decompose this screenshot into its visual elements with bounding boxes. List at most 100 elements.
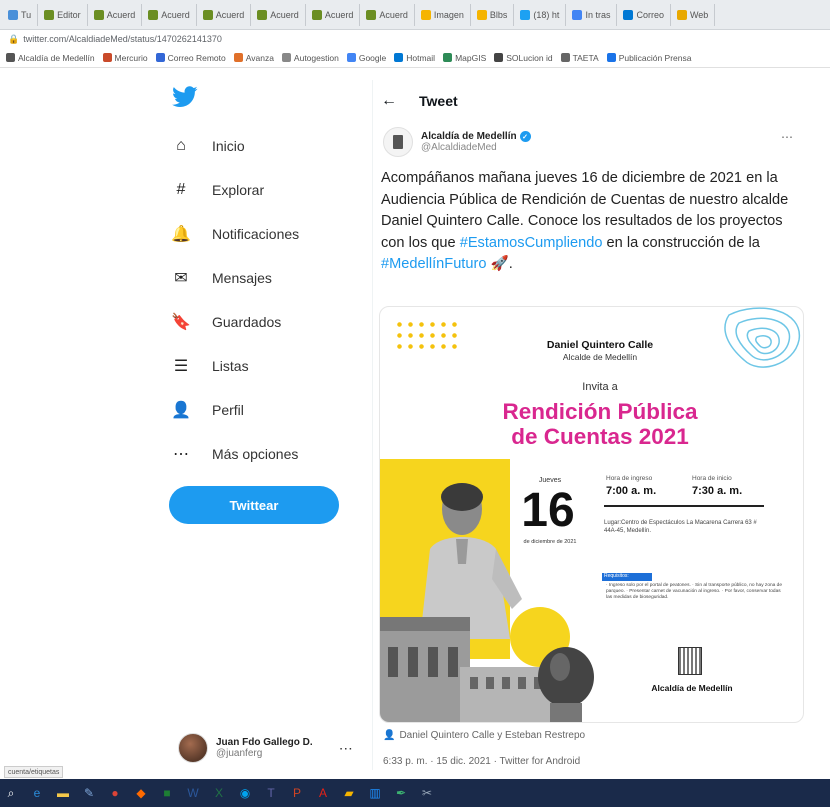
bookmark-item[interactable]: Google <box>346 52 387 63</box>
bookmark-favicon-icon <box>6 53 15 62</box>
bookmark-label: SOLucion id <box>506 52 553 63</box>
person-icon: 👤 <box>171 402 191 419</box>
back-arrow-icon[interactable]: ← <box>381 92 397 110</box>
sidebar-item-inicio[interactable]: ⌂ Inicio <box>160 128 245 164</box>
browser-tab[interactable]: Tu <box>2 3 39 26</box>
city-shield-icon <box>678 647 702 675</box>
sidebar-item-mensajes[interactable]: ✉ Mensajes <box>160 260 272 296</box>
tab-label: Web <box>689 9 709 20</box>
poster-time-inicio: 7:30 a. m. <box>692 485 743 497</box>
tweet-meta[interactable]: 6:33 p. m. · 15 dic. 2021 · Twitter for … <box>383 756 580 767</box>
bookmark-item[interactable]: Mercurio <box>102 52 148 63</box>
tab-label: Acuerd <box>161 9 190 20</box>
sidebar-item-perfil[interactable]: 👤 Perfil <box>160 392 244 428</box>
hashtag-link[interactable]: #MedellínFuturo <box>381 256 486 272</box>
tab-label: Acuerd <box>106 9 136 20</box>
search-icon[interactable]: ⌕ <box>2 784 20 802</box>
tweet-button[interactable]: Twittear <box>169 486 339 524</box>
browser-tab[interactable]: Acuerd <box>360 3 415 26</box>
bookmark-item[interactable]: TAETA <box>560 53 599 63</box>
browser-tab[interactable]: Acuerd <box>306 3 361 26</box>
word-icon[interactable]: W <box>184 784 202 802</box>
list-icon: ☰ <box>173 358 189 375</box>
bookmark-item[interactable]: SOLucion id <box>494 52 553 63</box>
bookmark-label: Google <box>358 52 387 63</box>
browser-tab[interactable]: Editor <box>38 3 88 26</box>
chart-icon[interactable]: ▥ <box>366 784 384 802</box>
sheet-icon[interactable]: ■ <box>158 784 176 802</box>
teams-icon[interactable]: T <box>262 784 280 802</box>
poster-place: Lugar:Centro de Espectáculos La Macarena… <box>604 520 757 534</box>
url-text[interactable]: twitter.com/AlcaldiadeMed/status/1470262… <box>23 34 222 44</box>
bookmark-item[interactable]: Hotmail <box>394 53 435 63</box>
tweet-more-icon[interactable]: ⋯ <box>781 130 793 144</box>
bookmark-favicon-icon <box>102 53 112 62</box>
folder-icon[interactable]: ▰ <box>340 784 358 802</box>
more-options-icon: ⋯ <box>173 446 189 463</box>
browser-tab[interactable]: Acuerd <box>251 3 306 26</box>
address-bar[interactable]: 🔒 twitter.com/AlcaldiadeMed/status/14702… <box>0 30 830 48</box>
image-credit[interactable]: 👤 Daniel Quintero Calle y Esteban Restre… <box>383 730 585 741</box>
author-avatar[interactable] <box>383 127 413 157</box>
hashtag-link[interactable]: #EstamosCumpliendo <box>460 235 603 251</box>
sidebar-item-listas[interactable]: ☰ Listas <box>160 348 249 384</box>
bookmark-favicon-icon <box>281 53 291 62</box>
tweet-header: ← Tweet <box>373 80 813 122</box>
snip-icon[interactable]: ✂ <box>418 784 436 802</box>
pen-icon[interactable]: ✎ <box>80 784 98 802</box>
sidebar-item-notificaciones[interactable]: 🔔 Notificaciones <box>160 216 299 252</box>
tab-favicon-icon <box>572 9 583 20</box>
bookmark-item[interactable]: Autogestion <box>281 53 339 63</box>
acrobat-icon[interactable]: A <box>314 784 332 802</box>
excel-icon[interactable]: X <box>210 784 228 802</box>
bookmark-item[interactable]: Avanza <box>233 52 274 63</box>
page-title: Tweet <box>419 93 458 109</box>
browser-tab[interactable]: Acuerd <box>88 3 143 26</box>
tab-favicon-icon <box>148 9 159 20</box>
bookmark-item[interactable]: Correo Remoto <box>155 53 226 63</box>
photos-icon[interactable]: ◆ <box>132 784 150 802</box>
author-name[interactable]: Alcaldía de Medellín <box>421 131 517 142</box>
browser-tab[interactable]: (18) ht <box>514 3 567 26</box>
bookmark-item[interactable]: Publicación Prensa <box>606 53 691 63</box>
browser-tab[interactable]: Imagen <box>415 3 471 26</box>
bookmark-label: Avanza <box>245 52 274 63</box>
author-names: Alcaldía de Medellín ✓ @AlcaldiadeMed <box>421 131 531 153</box>
browser-tab[interactable]: Blbs <box>471 3 515 26</box>
account-more-icon[interactable]: ⋯ <box>339 740 353 757</box>
sidebar-item-label: Guardados <box>212 314 282 330</box>
bookmark-label: MapGIS <box>455 52 487 63</box>
browser-tab[interactable]: Correo <box>617 3 671 26</box>
map-icon[interactable]: ◉ <box>236 784 254 802</box>
browser-tab[interactable]: Acuerd <box>142 3 197 26</box>
browser-tab[interactable]: In tras <box>566 3 618 26</box>
bookmark-item[interactable]: Alcaldía de Medellín <box>6 53 95 63</box>
bookmark-item[interactable]: MapGIS <box>443 53 486 63</box>
account-handle: @juanferg <box>216 748 263 759</box>
edge-icon[interactable]: e <box>28 784 46 802</box>
bookmark-favicon-icon <box>494 53 504 62</box>
sidebar-item-explorar[interactable]: # Explorar <box>160 172 265 208</box>
chrome-icon[interactable]: ● <box>106 784 124 802</box>
sidebar-item-guardados[interactable]: 🔖 Guardados <box>160 304 281 340</box>
tab-favicon-icon <box>93 9 104 20</box>
verified-badge-icon: ✓ <box>519 131 531 142</box>
tweet-image[interactable]: Daniel Quintero Calle Alcalde de Medellí… <box>379 306 804 723</box>
browser-tab[interactable]: Acuerd <box>197 3 252 26</box>
ppt-icon[interactable]: P <box>288 784 306 802</box>
sidebar-item-más-opciones[interactable]: ⋯ Más opciones <box>160 436 298 472</box>
author-handle[interactable]: @AlcaldiadeMed <box>421 142 531 153</box>
poster-divider <box>604 505 764 507</box>
tweet-author: Alcaldía de Medellín ✓ @AlcaldiadeMed ⋯ <box>383 124 803 160</box>
explorer-icon[interactable]: ▬ <box>54 784 72 802</box>
tweet-text-part: en la construcción de la <box>602 234 760 251</box>
browser-tab[interactable]: Web <box>671 3 716 26</box>
image-credit-text[interactable]: Daniel Quintero Calle y Esteban Restrepo <box>399 730 585 741</box>
bookmark-label: Mercurio <box>114 52 148 63</box>
author-name-row[interactable]: Alcaldía de Medellín ✓ <box>421 131 531 142</box>
pen2-icon[interactable]: ✒ <box>392 784 410 802</box>
bookmark-favicon-icon <box>606 53 616 62</box>
bookmark-favicon-icon <box>346 53 356 62</box>
account-switcher[interactable]: Juan Fdo Gallego D. @juanferg ⋯ <box>178 728 368 768</box>
twitter-logo-icon[interactable] <box>172 86 198 108</box>
